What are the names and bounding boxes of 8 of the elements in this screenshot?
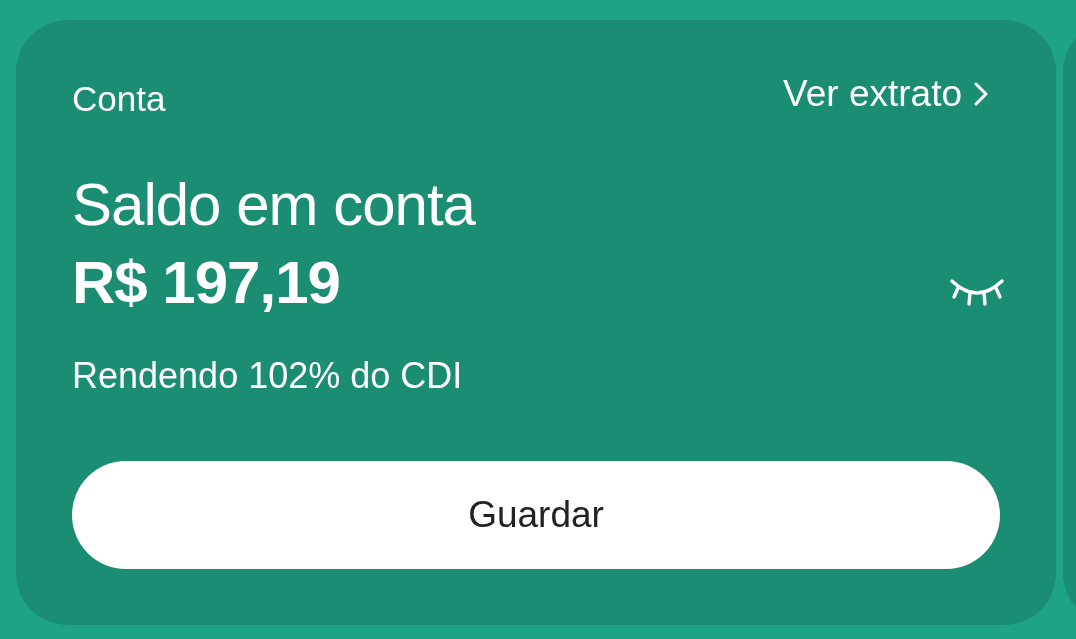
save-money-button[interactable]: Guardar [72,461,1000,569]
balance-label: Saldo em conta [72,170,477,239]
yield-text: Rendendo 102% do CDI [72,354,464,397]
closed-eye-icon[interactable] [948,276,1006,307]
balance-amount: R$ 197,19 [72,248,340,317]
statement-link[interactable]: Ver extrato [783,72,988,116]
chevron-right-icon [974,81,988,107]
card-title: Conta [72,78,166,120]
